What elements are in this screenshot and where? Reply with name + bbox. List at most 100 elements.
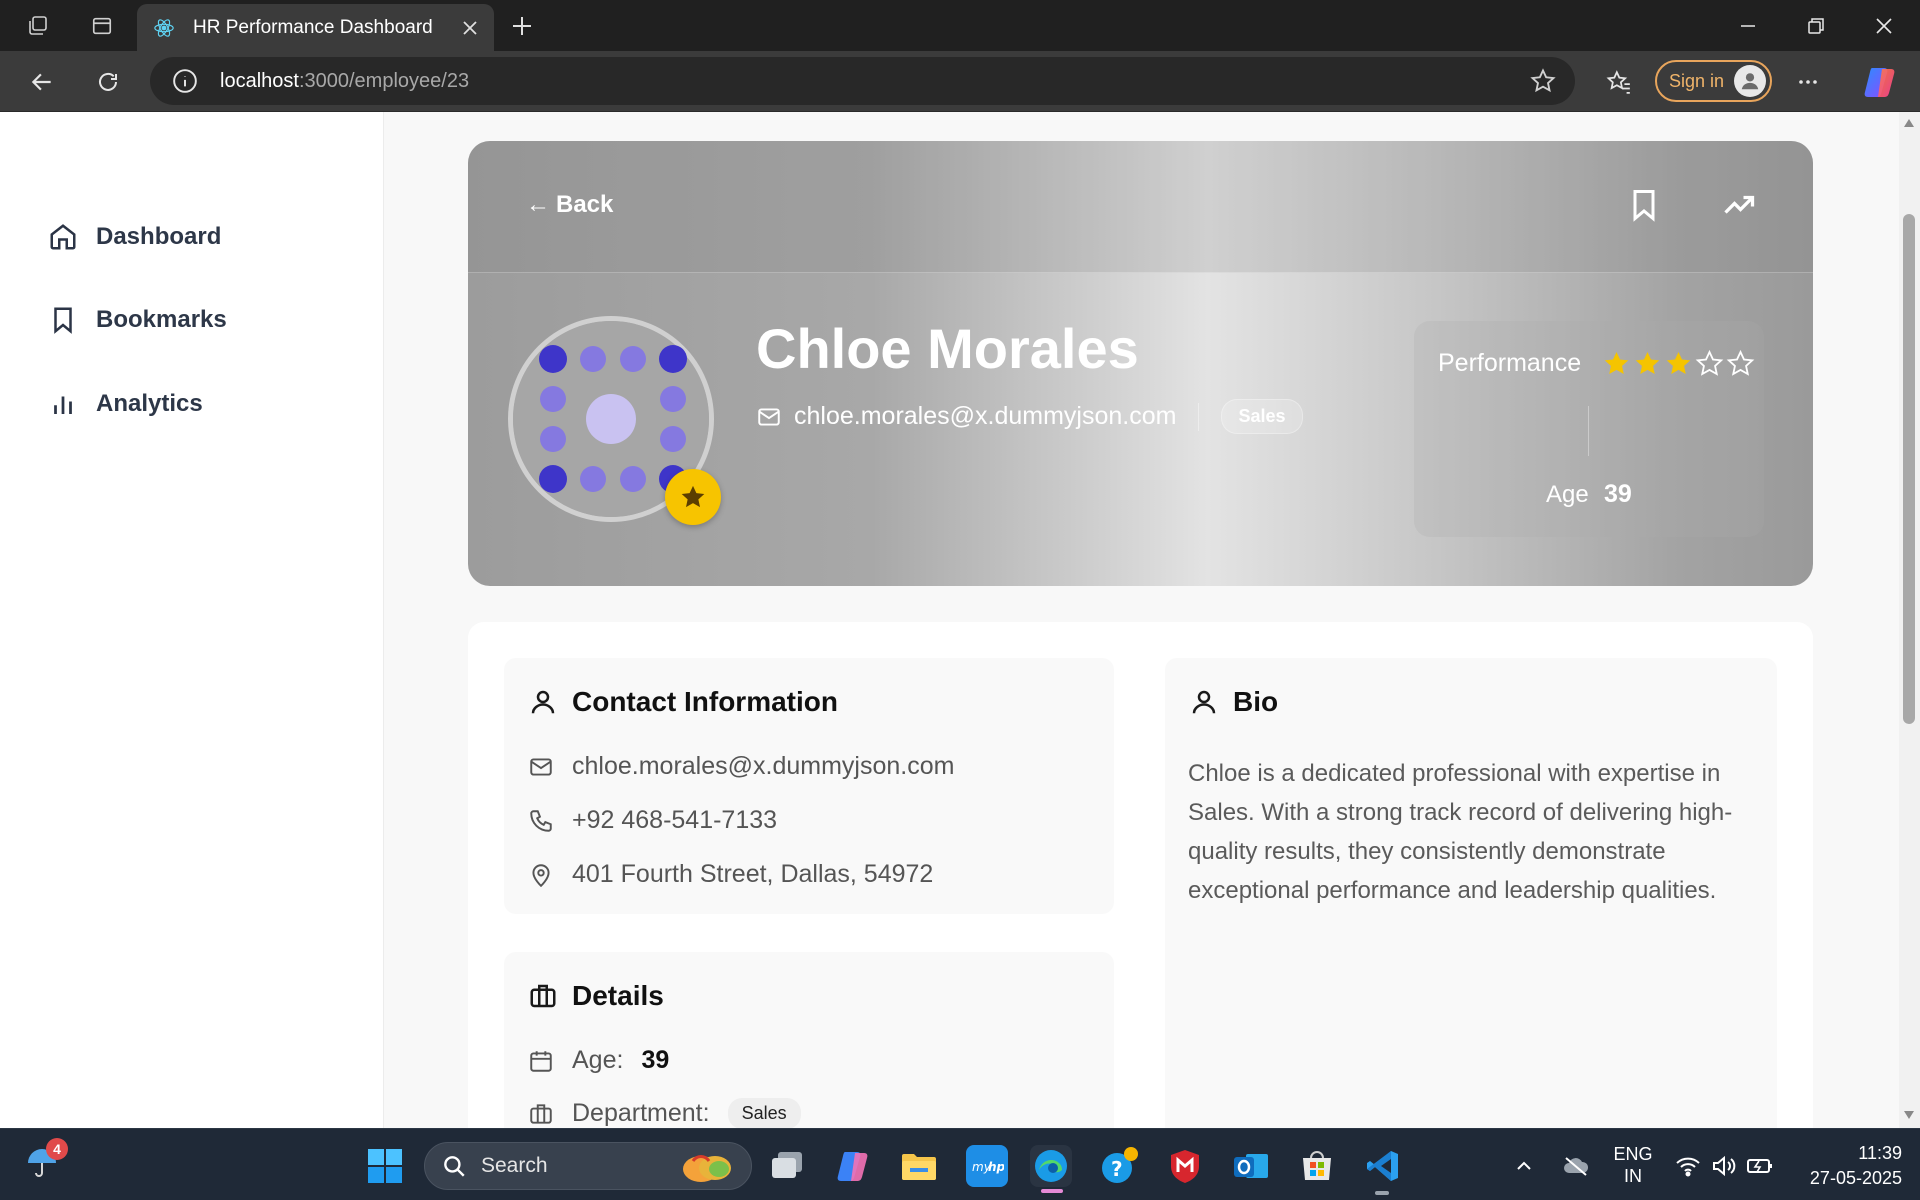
url-host: localhost (220, 69, 299, 92)
workspaces-icon[interactable] (24, 12, 52, 40)
details-age-label: Age: (572, 1046, 624, 1074)
contact-phone-row: +92 468-541-7133 (528, 806, 777, 835)
region-code: IN (1624, 1166, 1642, 1186)
edge-browser-icon[interactable] (1030, 1145, 1072, 1187)
star-filled-icon (1666, 352, 1691, 375)
task-view-icon[interactable] (766, 1145, 808, 1187)
svg-text:hp: hp (988, 1160, 1004, 1174)
bookmark-icon (54, 307, 72, 334)
map-pin-icon (532, 863, 550, 887)
sidebar: Dashboard Bookmarks Analytics (0, 112, 384, 1128)
details-age-value: 39 (641, 1046, 670, 1074)
url-path: :3000/employee/23 (298, 69, 470, 92)
phone-icon (530, 809, 552, 832)
close-window-icon[interactable] (1856, 6, 1912, 46)
details-age-row: Age: 39 (528, 1046, 669, 1075)
onedrive-offline-icon[interactable] (1556, 1145, 1596, 1187)
notification-count-badge: 4 (46, 1138, 68, 1160)
scroll-up-arrow-icon[interactable] (1903, 118, 1915, 128)
bio-heading: Bio (1189, 686, 1278, 718)
details-department-label: Department: (572, 1099, 710, 1127)
sidebar-item-analytics[interactable]: Analytics (48, 384, 203, 424)
scrollbar-thumb[interactable] (1903, 214, 1915, 724)
help-icon[interactable]: ? (1098, 1145, 1140, 1187)
wifi-icon[interactable] (1668, 1145, 1708, 1187)
clock[interactable]: 11:39 27-05-2025 (1790, 1141, 1902, 1191)
add-favorite-star-icon[interactable] (1529, 67, 1557, 95)
show-hidden-icons-chevron-icon[interactable] (1504, 1145, 1544, 1187)
mcafee-shield-icon[interactable] (1164, 1145, 1206, 1187)
browser-titlebar: HR Performance Dashboard (0, 0, 1920, 51)
details-card: Details Age: 39 Department: Sales (504, 952, 1114, 1128)
page-scrollbar[interactable] (1899, 112, 1920, 1128)
outlook-icon[interactable] (1230, 1145, 1272, 1187)
svg-text:?: ? (1111, 1157, 1123, 1181)
favorites-icon[interactable] (1599, 63, 1639, 101)
trending-up-icon[interactable] (1721, 187, 1757, 223)
start-windows-icon[interactable] (364, 1145, 406, 1187)
star-empty-icon (1726, 349, 1755, 376)
bookmark-icon[interactable] (1626, 187, 1662, 223)
performance-card: Performance Age 39 (1414, 321, 1764, 537)
back-arrow-icon[interactable] (22, 63, 62, 101)
file-explorer-icon[interactable] (898, 1145, 940, 1187)
contact-email-row: chloe.morales@x.dummyjson.com (528, 752, 954, 781)
site-info-icon[interactable] (172, 68, 198, 94)
star-empty-icon (1695, 349, 1724, 376)
details-department-row: Department: Sales (528, 1098, 801, 1128)
taskbar-search[interactable]: Search (424, 1142, 752, 1190)
copilot-app-icon[interactable] (832, 1145, 874, 1187)
language-code: ENG (1613, 1144, 1653, 1164)
user-icon (1192, 690, 1216, 714)
sign-in-button[interactable]: Sign in (1655, 60, 1772, 102)
sidebar-item-bookmarks[interactable]: Bookmarks (48, 300, 227, 340)
sidebar-item-dashboard[interactable]: Dashboard (48, 217, 221, 257)
page-content: Dashboard Bookmarks Analytics ← Back Chl… (0, 112, 1920, 1128)
close-tab-icon[interactable] (450, 8, 490, 48)
hero-header-strip (468, 141, 1813, 273)
copilot-icon[interactable] (1862, 64, 1898, 100)
home-icon (50, 224, 76, 250)
refresh-icon[interactable] (88, 63, 128, 101)
divider (1588, 406, 1589, 456)
age-label: Age (1546, 481, 1589, 508)
restore-icon[interactable] (1788, 6, 1844, 46)
back-arrow-icon: ← (526, 191, 550, 218)
vscode-icon[interactable] (1362, 1145, 1404, 1187)
scroll-down-arrow-icon[interactable] (1903, 1110, 1915, 1120)
myhp-icon[interactable]: my hp (966, 1145, 1008, 1187)
tab-actions-icon[interactable] (88, 12, 116, 40)
employee-hero-banner: ← Back Chloe Morales chloe.morales@x.dum… (468, 141, 1813, 586)
volume-icon[interactable] (1706, 1145, 1742, 1187)
back-button[interactable]: ← Back (526, 191, 613, 219)
mail-icon (530, 757, 552, 776)
star-icon (681, 485, 705, 508)
address-bar[interactable]: localhost:3000/employee/23 (150, 57, 1575, 105)
battery-charging-icon[interactable] (1742, 1145, 1778, 1187)
contact-phone: +92 468-541-7133 (572, 806, 778, 834)
bio-title: Bio (1233, 686, 1279, 717)
more-options-icon[interactable] (1788, 63, 1828, 101)
calendar-icon (530, 1050, 552, 1072)
sign-in-label: Sign in (1669, 70, 1725, 91)
contact-email: chloe.morales@x.dummyjson.com (572, 752, 955, 780)
star-filled-icon (1635, 352, 1660, 375)
minimize-icon[interactable] (1720, 6, 1776, 46)
mail-icon (758, 407, 780, 426)
department-badge: Sales (1221, 399, 1303, 434)
new-tab-icon[interactable] (506, 10, 538, 42)
briefcase-icon (530, 1103, 552, 1124)
language-indicator[interactable]: ENG IN (1606, 1143, 1660, 1187)
top-performer-badge (665, 469, 721, 525)
performance-rating (1602, 349, 1755, 378)
sidebar-item-label: Dashboard (96, 223, 222, 250)
microsoft-store-icon[interactable] (1296, 1145, 1338, 1187)
tab-hr-dashboard[interactable]: HR Performance Dashboard (137, 4, 494, 51)
tab-title: HR Performance Dashboard (193, 16, 433, 38)
contact-information-title: Contact Information (572, 686, 838, 717)
bar-chart-icon (54, 396, 72, 414)
bio-text: Chloe is a dedicated professional with e… (1188, 760, 1733, 904)
back-label: Back (556, 191, 614, 218)
contact-address: 401 Fourth Street, Dallas, 54972 (572, 860, 934, 888)
user-icon (531, 690, 555, 714)
